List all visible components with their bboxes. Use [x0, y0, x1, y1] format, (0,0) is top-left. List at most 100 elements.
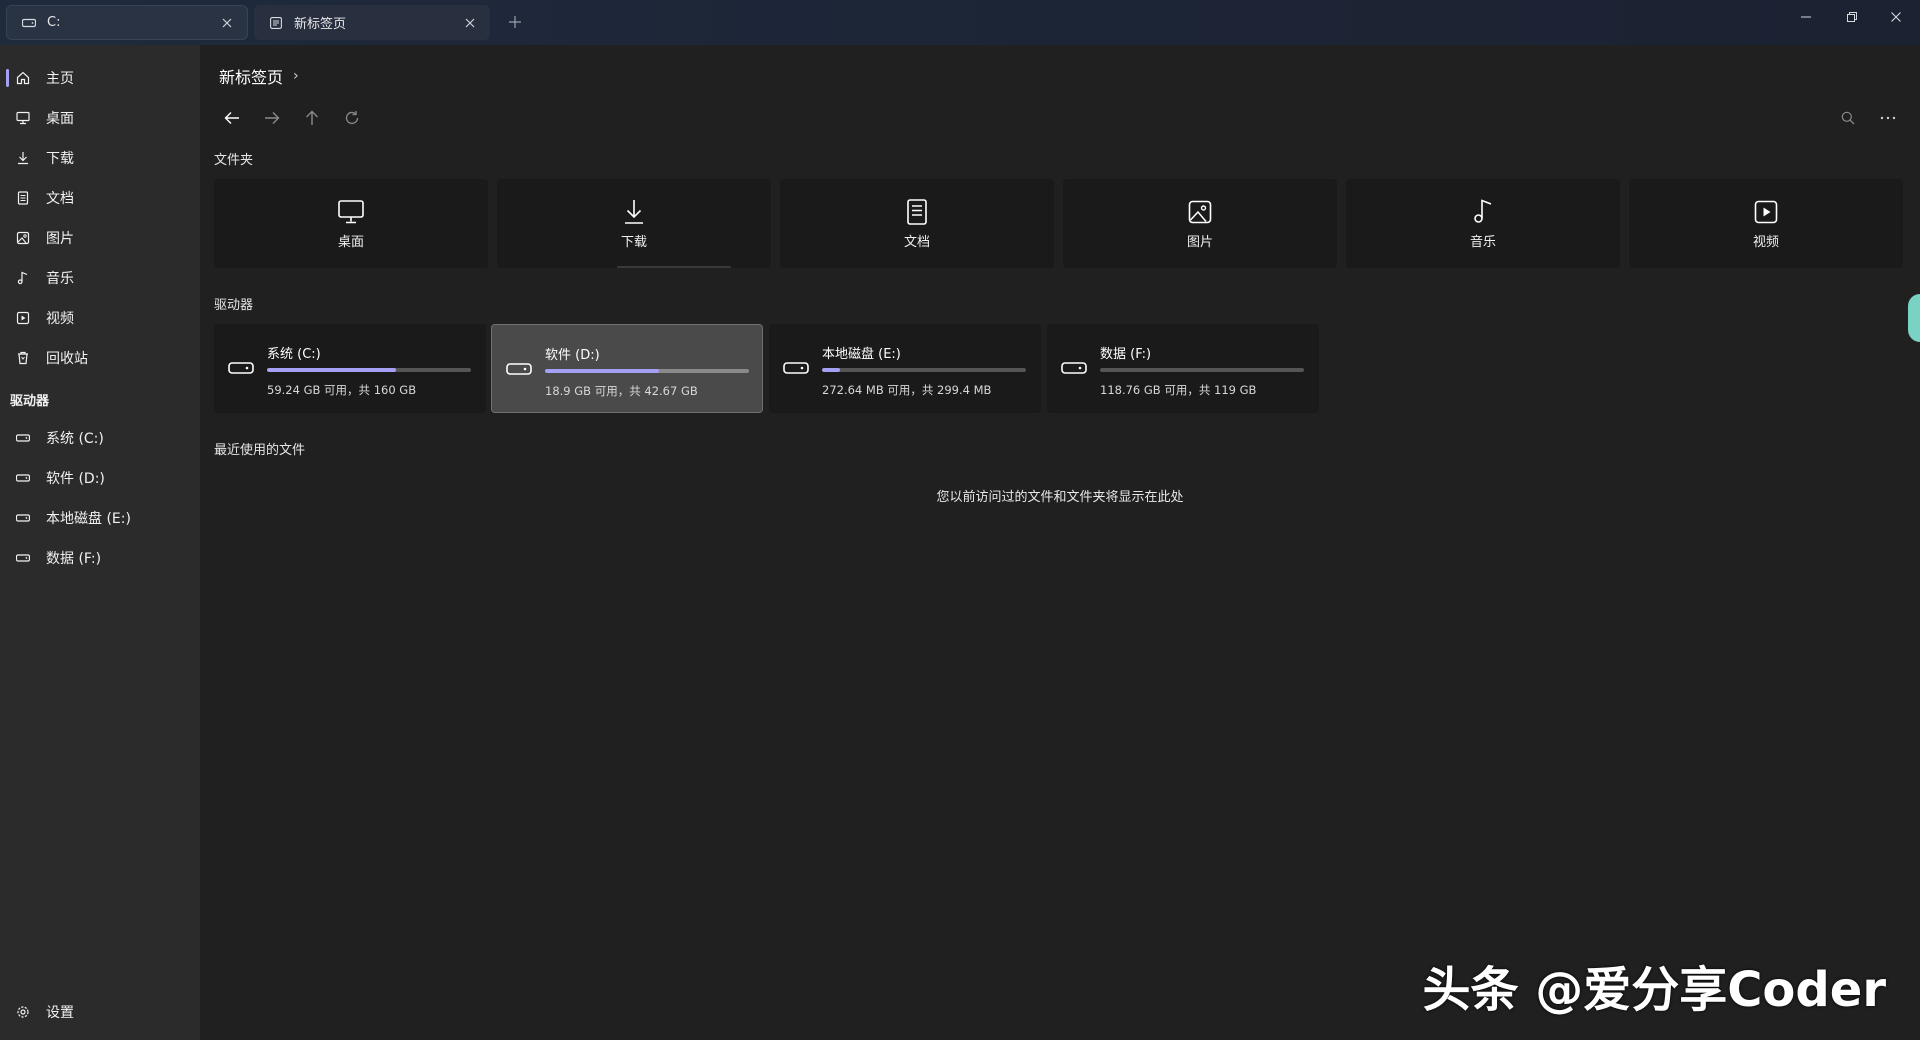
sidebar-item-documents[interactable]: 文档 — [6, 181, 194, 215]
sidebar-item-drive-d[interactable]: 软件 (D:) — [6, 461, 194, 495]
forward-button[interactable] — [258, 104, 286, 132]
sidebar-item-drive-f[interactable]: 数据 (F:) — [6, 541, 194, 575]
arrow-up-icon — [305, 110, 319, 126]
sidebar-item-label: 图片 — [46, 231, 74, 247]
desktop-icon — [336, 197, 366, 227]
drives-section-title: 驱动器 — [214, 298, 254, 313]
sidebar: 主页 桌面 下载 文档 图片 音乐 视频 回收站 驱动器 系统 (C:) 软件 … — [0, 45, 200, 1040]
download-icon — [14, 149, 32, 167]
drive-card-e[interactable]: 本地磁盘 (E:) 272.64 MB 可用，共 299.4 MB — [769, 324, 1041, 413]
drive-space-info: 118.76 GB 可用，共 119 GB — [1100, 383, 1257, 397]
drive-name: 系统 (C:) — [267, 347, 321, 362]
sidebar-item-label: 音乐 — [46, 271, 74, 287]
picture-icon — [14, 229, 32, 247]
drive-card-d[interactable]: 软件 (D:) 18.9 GB 可用，共 42.67 GB — [491, 324, 763, 413]
minimize-icon[interactable] — [1786, 5, 1826, 29]
tab-label: C: — [47, 15, 61, 30]
sidebar-item-label: 数据 (F:) — [46, 551, 102, 567]
folders-section-title: 文件夹 — [214, 153, 254, 168]
tab-label: 新标签页 — [294, 17, 347, 32]
side-panel-handle[interactable] — [1908, 294, 1920, 342]
refresh-icon — [344, 110, 360, 126]
breadcrumb-separator: › — [293, 68, 299, 84]
sidebar-item-videos[interactable]: 视频 — [6, 301, 194, 335]
drive-space-info: 272.64 MB 可用，共 299.4 MB — [822, 383, 992, 397]
back-button[interactable] — [218, 104, 246, 132]
drive-usage-fill — [267, 368, 396, 372]
search-icon — [1841, 111, 1855, 125]
tab-c-drive[interactable]: C: — [6, 5, 248, 40]
sidebar-item-drive-c[interactable]: 系统 (C:) — [6, 421, 194, 455]
close-icon[interactable] — [460, 13, 480, 33]
drive-icon — [506, 359, 532, 379]
drive-icon — [1061, 358, 1087, 378]
sidebar-item-label: 文档 — [46, 191, 74, 207]
picture-icon — [1185, 197, 1215, 227]
sidebar-item-drive-e[interactable]: 本地磁盘 (E:) — [6, 501, 194, 535]
tab-new-tab[interactable]: 新标签页 — [254, 5, 490, 40]
sidebar-item-music[interactable]: 音乐 — [6, 261, 194, 295]
sidebar-item-recycle-bin[interactable]: 回收站 — [6, 341, 194, 375]
document-icon — [902, 197, 932, 227]
sidebar-drives-heading: 驱动器 — [10, 394, 50, 409]
folder-card-documents[interactable]: 文档 — [780, 179, 1054, 268]
drive-icon — [14, 469, 32, 487]
close-window-icon[interactable] — [1876, 5, 1916, 29]
music-icon — [1468, 197, 1498, 227]
folder-card-videos[interactable]: 视频 — [1629, 179, 1903, 268]
drive-usage-bar — [267, 368, 471, 372]
video-icon — [14, 309, 32, 327]
folder-card-downloads[interactable]: 下载 — [497, 179, 771, 268]
drive-space-info: 18.9 GB 可用，共 42.67 GB — [545, 384, 698, 398]
close-icon[interactable] — [217, 13, 237, 33]
focus-underline — [617, 266, 731, 268]
title-bar: C: 新标签页 — [0, 0, 1920, 45]
plus-icon[interactable] — [505, 12, 525, 32]
home-icon — [14, 69, 32, 87]
folder-label: 桌面 — [337, 235, 364, 250]
drive-usage-bar — [822, 368, 1026, 372]
folder-label: 图片 — [1186, 235, 1213, 250]
drive-card-f[interactable]: 数据 (F:) 118.76 GB 可用，共 119 GB — [1047, 324, 1319, 413]
page-icon — [268, 15, 284, 31]
folder-label: 音乐 — [1469, 235, 1496, 250]
drive-name: 数据 (F:) — [1100, 347, 1152, 362]
breadcrumb-item[interactable]: 新标签页 — [219, 64, 283, 88]
document-icon — [14, 189, 32, 207]
restore-icon[interactable] — [1832, 5, 1872, 29]
folder-card-music[interactable]: 音乐 — [1346, 179, 1620, 268]
folder-card-desktop[interactable]: 桌面 — [214, 179, 488, 268]
drive-usage-bar — [545, 369, 749, 373]
drive-card-c[interactable]: 系统 (C:) 59.24 GB 可用，共 160 GB — [214, 324, 486, 413]
sidebar-item-pictures[interactable]: 图片 — [6, 221, 194, 255]
drive-name: 本地磁盘 (E:) — [822, 347, 901, 362]
folder-label: 文档 — [903, 235, 930, 250]
sidebar-item-label: 设置 — [46, 1005, 74, 1021]
up-button[interactable] — [298, 104, 326, 132]
sidebar-item-downloads[interactable]: 下载 — [6, 141, 194, 175]
folder-card-pictures[interactable]: 图片 — [1063, 179, 1337, 268]
sidebar-item-label: 软件 (D:) — [46, 471, 105, 487]
more-icon — [1880, 116, 1896, 120]
drive-space-info: 59.24 GB 可用，共 160 GB — [267, 383, 417, 397]
folder-label: 视频 — [1752, 235, 1779, 250]
drive-icon — [21, 15, 37, 31]
arrow-right-icon — [264, 111, 280, 125]
sidebar-item-label: 下载 — [46, 151, 74, 167]
sidebar-item-settings[interactable]: 设置 — [6, 995, 194, 1029]
breadcrumb: 新标签页 › — [219, 64, 299, 88]
sidebar-item-desktop[interactable]: 桌面 — [6, 101, 194, 135]
watermark: 头条 @爱分享Coder — [1422, 962, 1886, 1018]
video-icon — [1751, 197, 1781, 227]
search-button[interactable] — [1834, 104, 1862, 132]
recycle-bin-icon — [14, 349, 32, 367]
more-options-button[interactable] — [1874, 104, 1902, 132]
download-icon — [619, 197, 649, 227]
sidebar-item-home[interactable]: 主页 — [6, 61, 194, 95]
drive-usage-fill — [822, 368, 841, 372]
refresh-button[interactable] — [338, 104, 366, 132]
drive-icon — [783, 358, 809, 378]
sidebar-item-label: 本地磁盘 (E:) — [46, 511, 131, 527]
drive-icon — [14, 549, 32, 567]
gear-icon — [14, 1003, 32, 1021]
